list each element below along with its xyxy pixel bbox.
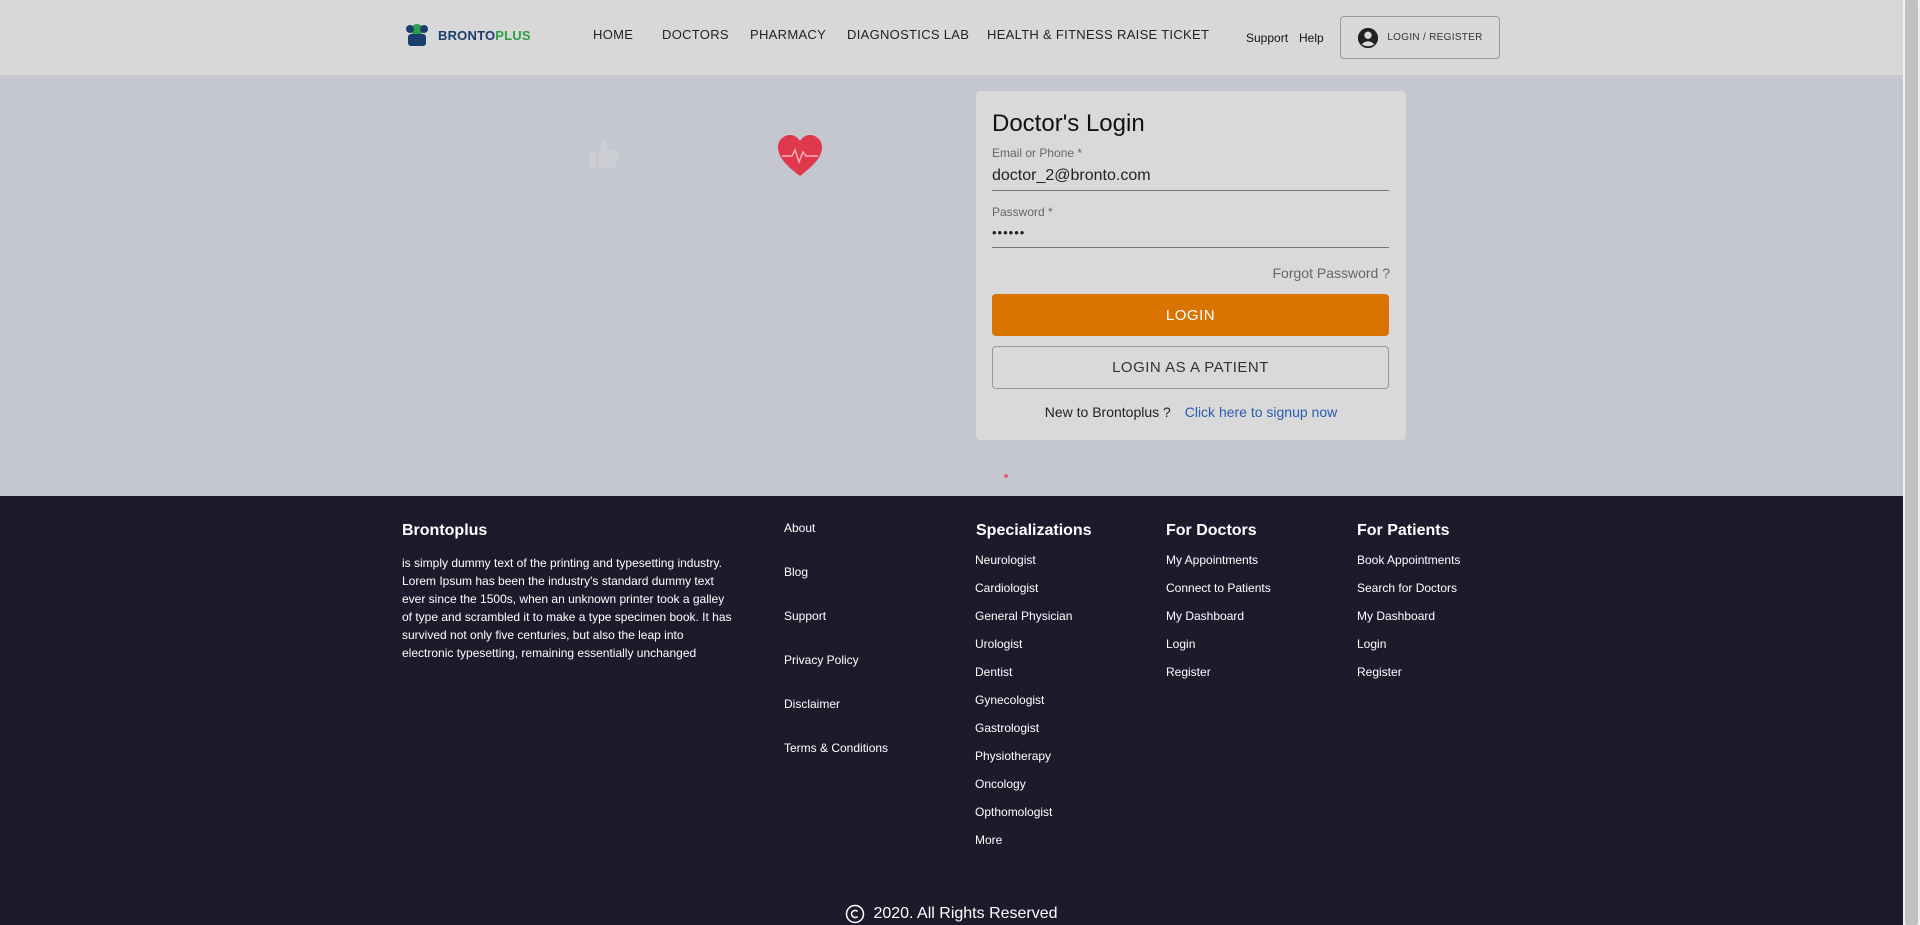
copyright-icon	[846, 904, 865, 924]
nav-home[interactable]: HOME	[593, 27, 633, 42]
login-button[interactable]: LOGIN	[992, 294, 1389, 336]
doctor-login-card: Doctor's Login Email or Phone * doctor_2…	[976, 91, 1406, 440]
patients-link[interactable]: Register	[1357, 665, 1402, 679]
spec-more-link[interactable]: More	[975, 833, 1002, 847]
password-label: Password *	[992, 205, 1053, 219]
spec-link[interactable]: Gastrologist	[975, 721, 1039, 735]
spec-link[interactable]: Oncology	[975, 777, 1026, 791]
nav-doctors[interactable]: DOCTORS	[662, 27, 729, 42]
doctors-link[interactable]: My Appointments	[1166, 553, 1258, 567]
footer-brand-text: is simply dummy text of the printing and…	[402, 556, 732, 660]
login-register-button[interactable]: LOGIN / REGISTER	[1340, 16, 1500, 59]
new-user-text: New to Brontoplus ?	[1044, 404, 1171, 420]
forgot-password-link[interactable]: Forgot Password ?	[1273, 265, 1391, 281]
spec-link[interactable]: Physiotherapy	[975, 749, 1051, 763]
nav-raise-ticket[interactable]: RAISE TICKET	[1117, 27, 1209, 42]
account-circle-icon	[1358, 27, 1379, 48]
site-footer: Brontoplus is simply dummy text of the p…	[0, 496, 1903, 925]
footer-link-blog[interactable]: Blog	[784, 565, 808, 579]
nav-pharmacy[interactable]: PHARMACY	[750, 27, 826, 42]
email-label: Email or Phone *	[992, 146, 1083, 160]
spec-link[interactable]: Dentist	[975, 665, 1012, 679]
scrollbar-thumb[interactable]	[1905, 0, 1918, 925]
heart-icon	[778, 135, 822, 176]
patients-link[interactable]: Search for Doctors	[1357, 581, 1457, 595]
support-link[interactable]: Support	[1246, 31, 1288, 45]
spec-link[interactable]: Neurologist	[975, 553, 1036, 567]
doctors-link[interactable]: Register	[1166, 665, 1211, 679]
for-patients-title: For Patients	[1357, 522, 1450, 539]
login-as-patient-button[interactable]: LOGIN AS A PATIENT	[992, 346, 1389, 389]
signup-row: New to Brontoplus ? Click here to signup…	[976, 404, 1406, 420]
thumbs-up-icon	[590, 140, 619, 168]
login-register-label: LOGIN / REGISTER	[1387, 32, 1483, 43]
spec-link[interactable]: General Physician	[975, 609, 1072, 623]
nav-health-fitness[interactable]: HEALTH & FITNESS	[987, 27, 1113, 42]
doctors-link[interactable]: My Dashboard	[1166, 609, 1244, 623]
patients-link[interactable]: Login	[1357, 637, 1386, 651]
brand-logo[interactable]: BRONTOPLUS	[402, 20, 531, 50]
spec-link[interactable]: Opthomologist	[975, 805, 1052, 819]
doctors-link[interactable]: Connect to Patients	[1166, 581, 1271, 595]
footer-brand-title: Brontoplus	[402, 522, 488, 539]
signup-link[interactable]: Click here to signup now	[1185, 404, 1338, 420]
doctors-link[interactable]: Login	[1166, 637, 1195, 651]
specializations-title: Specializations	[976, 522, 1092, 539]
patients-link[interactable]: My Dashboard	[1357, 609, 1435, 623]
footer-link-support[interactable]: Support	[784, 609, 826, 623]
password-field[interactable]: ••••••	[992, 222, 1389, 248]
copyright-text: 2020. All Rights Reserved	[873, 905, 1058, 922]
spec-link[interactable]: Gynecologist	[975, 693, 1044, 707]
decor-dot	[1004, 474, 1008, 478]
login-title: Doctor's Login	[992, 110, 1145, 137]
footer-link-terms[interactable]: Terms & Conditions	[784, 741, 888, 755]
help-link[interactable]: Help	[1299, 31, 1324, 45]
logo-icon	[406, 24, 428, 46]
email-field[interactable]: doctor_2@bronto.com	[992, 165, 1389, 191]
footer-link-disclaimer[interactable]: Disclaimer	[784, 697, 840, 711]
for-doctors-title: For Doctors	[1166, 522, 1257, 539]
top-header: BRONTOPLUS HOME DOCTORS PHARMACY DIAGNOS…	[0, 0, 1903, 75]
nav-diagnostics-lab[interactable]: DIAGNOSTICS LAB	[847, 27, 969, 42]
footer-link-privacy-policy[interactable]: Privacy Policy	[784, 653, 859, 667]
spec-link[interactable]: Cardiologist	[975, 581, 1038, 595]
footer-link-about[interactable]: About	[784, 521, 815, 535]
logo-text: BRONTOPLUS	[438, 27, 531, 43]
spec-link[interactable]: Urologist	[975, 637, 1022, 651]
patients-link[interactable]: Book Appointments	[1357, 553, 1460, 567]
copyright: 2020. All Rights Reserved	[0, 904, 1903, 924]
